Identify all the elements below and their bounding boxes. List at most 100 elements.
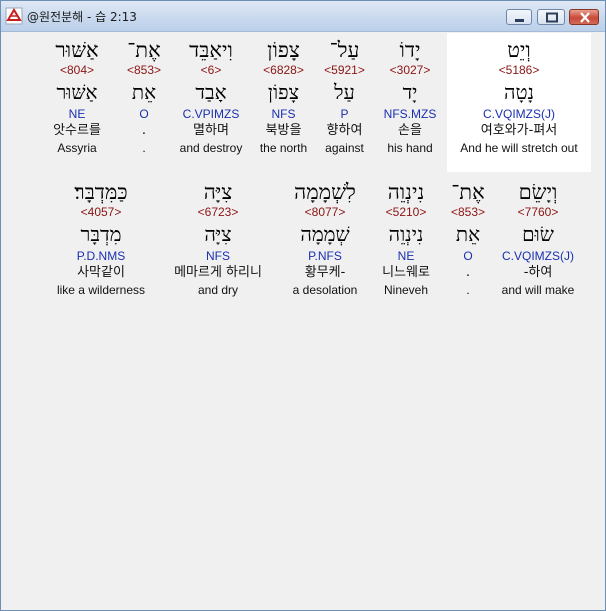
hebrew-lemma: מִדְבָּר [80, 222, 122, 246]
morphology-code: NE [68, 107, 86, 121]
hebrew-lemma: נִינְוֵה [388, 222, 424, 246]
close-button[interactable] [569, 9, 599, 25]
korean-gloss: 황무케- [304, 265, 346, 280]
english-gloss: and dry [197, 283, 239, 297]
maximize-button[interactable] [537, 9, 565, 25]
hebrew-word: אֶת־ [451, 180, 485, 204]
app-icon[interactable] [5, 7, 23, 25]
korean-gloss: 북방을 [265, 123, 302, 138]
english-gloss: and will make [501, 283, 575, 297]
korean-gloss: 여호와가-펴서 [480, 123, 558, 138]
word-column[interactable]: כַּמִּדְבָּר׃ <4057> מִדְבָּר P.D.NMS 사막… [49, 179, 153, 298]
strong-number[interactable]: <4057> [49, 205, 153, 220]
strong-number[interactable]: <5210> [369, 205, 443, 220]
morphology-code: O [139, 107, 149, 121]
morphology-code: P [340, 107, 349, 121]
window-title: @원전분해 - 습 2:13 [27, 10, 137, 24]
strong-number[interactable]: <853> [117, 63, 171, 78]
morphology-code: C.VQIMZS(J) [483, 107, 555, 121]
hebrew-word: נִינְוֵה [387, 180, 425, 204]
korean-gloss: 향하여 [326, 123, 363, 138]
korean-gloss: -하여 [523, 265, 553, 280]
korean-gloss: 앗수르를 [53, 123, 101, 138]
hebrew-word: לִשְׁמָמָה [294, 180, 356, 204]
minimize-button[interactable] [506, 9, 532, 25]
hebrew-lemma: עַל [334, 80, 355, 104]
korean-gloss: 니느웨로 [382, 265, 430, 280]
strong-number[interactable]: <804> [39, 63, 115, 78]
strong-number[interactable]: <853> [443, 205, 493, 220]
hebrew-word: יָדוֹ [399, 38, 421, 62]
morphology-code: C.VPIMZS [182, 107, 240, 121]
word-column[interactable]: יָדוֹ <3027> יָד NFS.MZS 손을 his hand [373, 37, 447, 156]
korean-gloss: . [141, 123, 147, 138]
english-gloss: a desolation [292, 283, 358, 297]
hebrew-word: כַּמִּדְבָּר׃ [74, 180, 128, 204]
hebrew-lemma: אֵת [455, 222, 481, 246]
morphology-code: P.NFS [308, 249, 342, 263]
hebrew-word: צָפוֹן [267, 38, 300, 62]
minimize-icon [515, 19, 524, 22]
strong-number[interactable]: <6> [171, 63, 251, 78]
morphology-code: NFS [271, 107, 296, 121]
word-column[interactable]: לִשְׁמָמָה <8077> שְׁמָמָה P.NFS 황무케- a … [281, 179, 369, 298]
title-bar[interactable]: @원전분해 - 습 2:13 [1, 1, 605, 32]
strong-number[interactable]: <5186> [447, 63, 591, 78]
hebrew-word: צִיָּה [203, 180, 233, 204]
word-column[interactable]: וִיאַבֵּד <6> אָבַד C.VPIMZS 멸하며 and des… [171, 37, 251, 156]
hebrew-lemma: אַשּׁוּר [56, 80, 98, 104]
korean-gloss: 손을 [398, 123, 422, 138]
word-column[interactable]: צִיָּה <6723> צִיָּה NFS 메마르게 하리니 and dr… [159, 179, 277, 298]
morphology-code: NE [397, 249, 415, 263]
maximize-icon [546, 12, 558, 23]
hebrew-lemma: שְׁמָמָה [300, 222, 350, 246]
hebrew-lemma: צִיָּה [204, 222, 232, 246]
word-column[interactable]: צָפוֹן <6828> צָפוֹן NFS 북방을 the north [251, 37, 316, 156]
morphology-code: C.VQIMZS(J) [502, 249, 574, 263]
strong-number[interactable]: <6828> [251, 63, 316, 78]
hebrew-word: וִיאַבֵּד [189, 38, 233, 62]
hebrew-word: אַשּׁוּר [55, 38, 99, 62]
strong-number[interactable]: <8077> [281, 205, 369, 220]
strong-number[interactable]: <3027> [373, 63, 447, 78]
word-column[interactable]: עַל־ <5921> עַל P 향하여 against [316, 37, 373, 156]
hebrew-lemma: יָד [402, 80, 418, 104]
english-gloss: the north [259, 141, 308, 155]
word-column[interactable]: נִינְוֵה <5210> נִינְוֵה NE 니느웨로 Nineveh [369, 179, 443, 298]
hebrew-word: אֶת־ [127, 38, 161, 62]
close-icon [580, 12, 590, 23]
english-gloss: like a wilderness [56, 283, 146, 297]
app-window: @원전분해 - 습 2:13 וְיֵט <5186> נָטָה C.VQIM… [0, 0, 606, 611]
english-gloss: Assyria [57, 141, 97, 155]
hebrew-lemma: צָפוֹן [267, 80, 300, 104]
hebrew-word: עַל־ [329, 38, 360, 62]
word-column[interactable]: אַשּׁוּר <804> אַשּׁוּר NE 앗수르를 Assyria [39, 37, 115, 156]
word-column[interactable]: אֶת־ <853> אֵת O . . [117, 37, 171, 156]
hebrew-lemma: שׂוּם [522, 222, 554, 246]
morphology-code: NFS.MZS [383, 107, 437, 121]
korean-gloss: 메마르게 하리니 [174, 265, 262, 280]
hebrew-lemma: נָטָה [503, 80, 535, 104]
hebrew-word: וְיָשֵׂם [518, 180, 558, 204]
word-column[interactable]: אֶת־ <853> אֵת O . . [443, 179, 493, 298]
english-gloss: . [466, 283, 470, 297]
word-column[interactable]: וְיֵט <5186> נָטָה C.VQIMZS(J) 여호와가-펴서 A… [447, 37, 591, 156]
english-gloss: against [325, 141, 364, 155]
hebrew-lemma: אָבַד [195, 80, 227, 104]
english-gloss: and destroy [179, 141, 243, 155]
hebrew-word: וְיֵט [507, 38, 531, 62]
english-gloss: Nineveh [383, 283, 429, 297]
strong-number[interactable]: <5921> [316, 63, 373, 78]
english-gloss: . [142, 141, 146, 155]
morphology-code: NFS [206, 249, 230, 263]
korean-gloss: 멸하며 [193, 123, 229, 138]
morphology-code: O [463, 249, 473, 263]
strong-number[interactable]: <6723> [159, 205, 277, 220]
morphology-code: P.D.NMS [76, 249, 126, 263]
strong-number[interactable]: <7760> [493, 205, 583, 220]
english-gloss: And he will stretch out [460, 141, 578, 155]
korean-gloss: 사막같이 [77, 265, 125, 280]
hebrew-lemma: אֵת [131, 80, 157, 104]
korean-gloss: . [465, 265, 471, 280]
word-column[interactable]: וְיָשֵׂם <7760> שׂוּם C.VQIMZS(J) -하여 an… [493, 179, 583, 298]
